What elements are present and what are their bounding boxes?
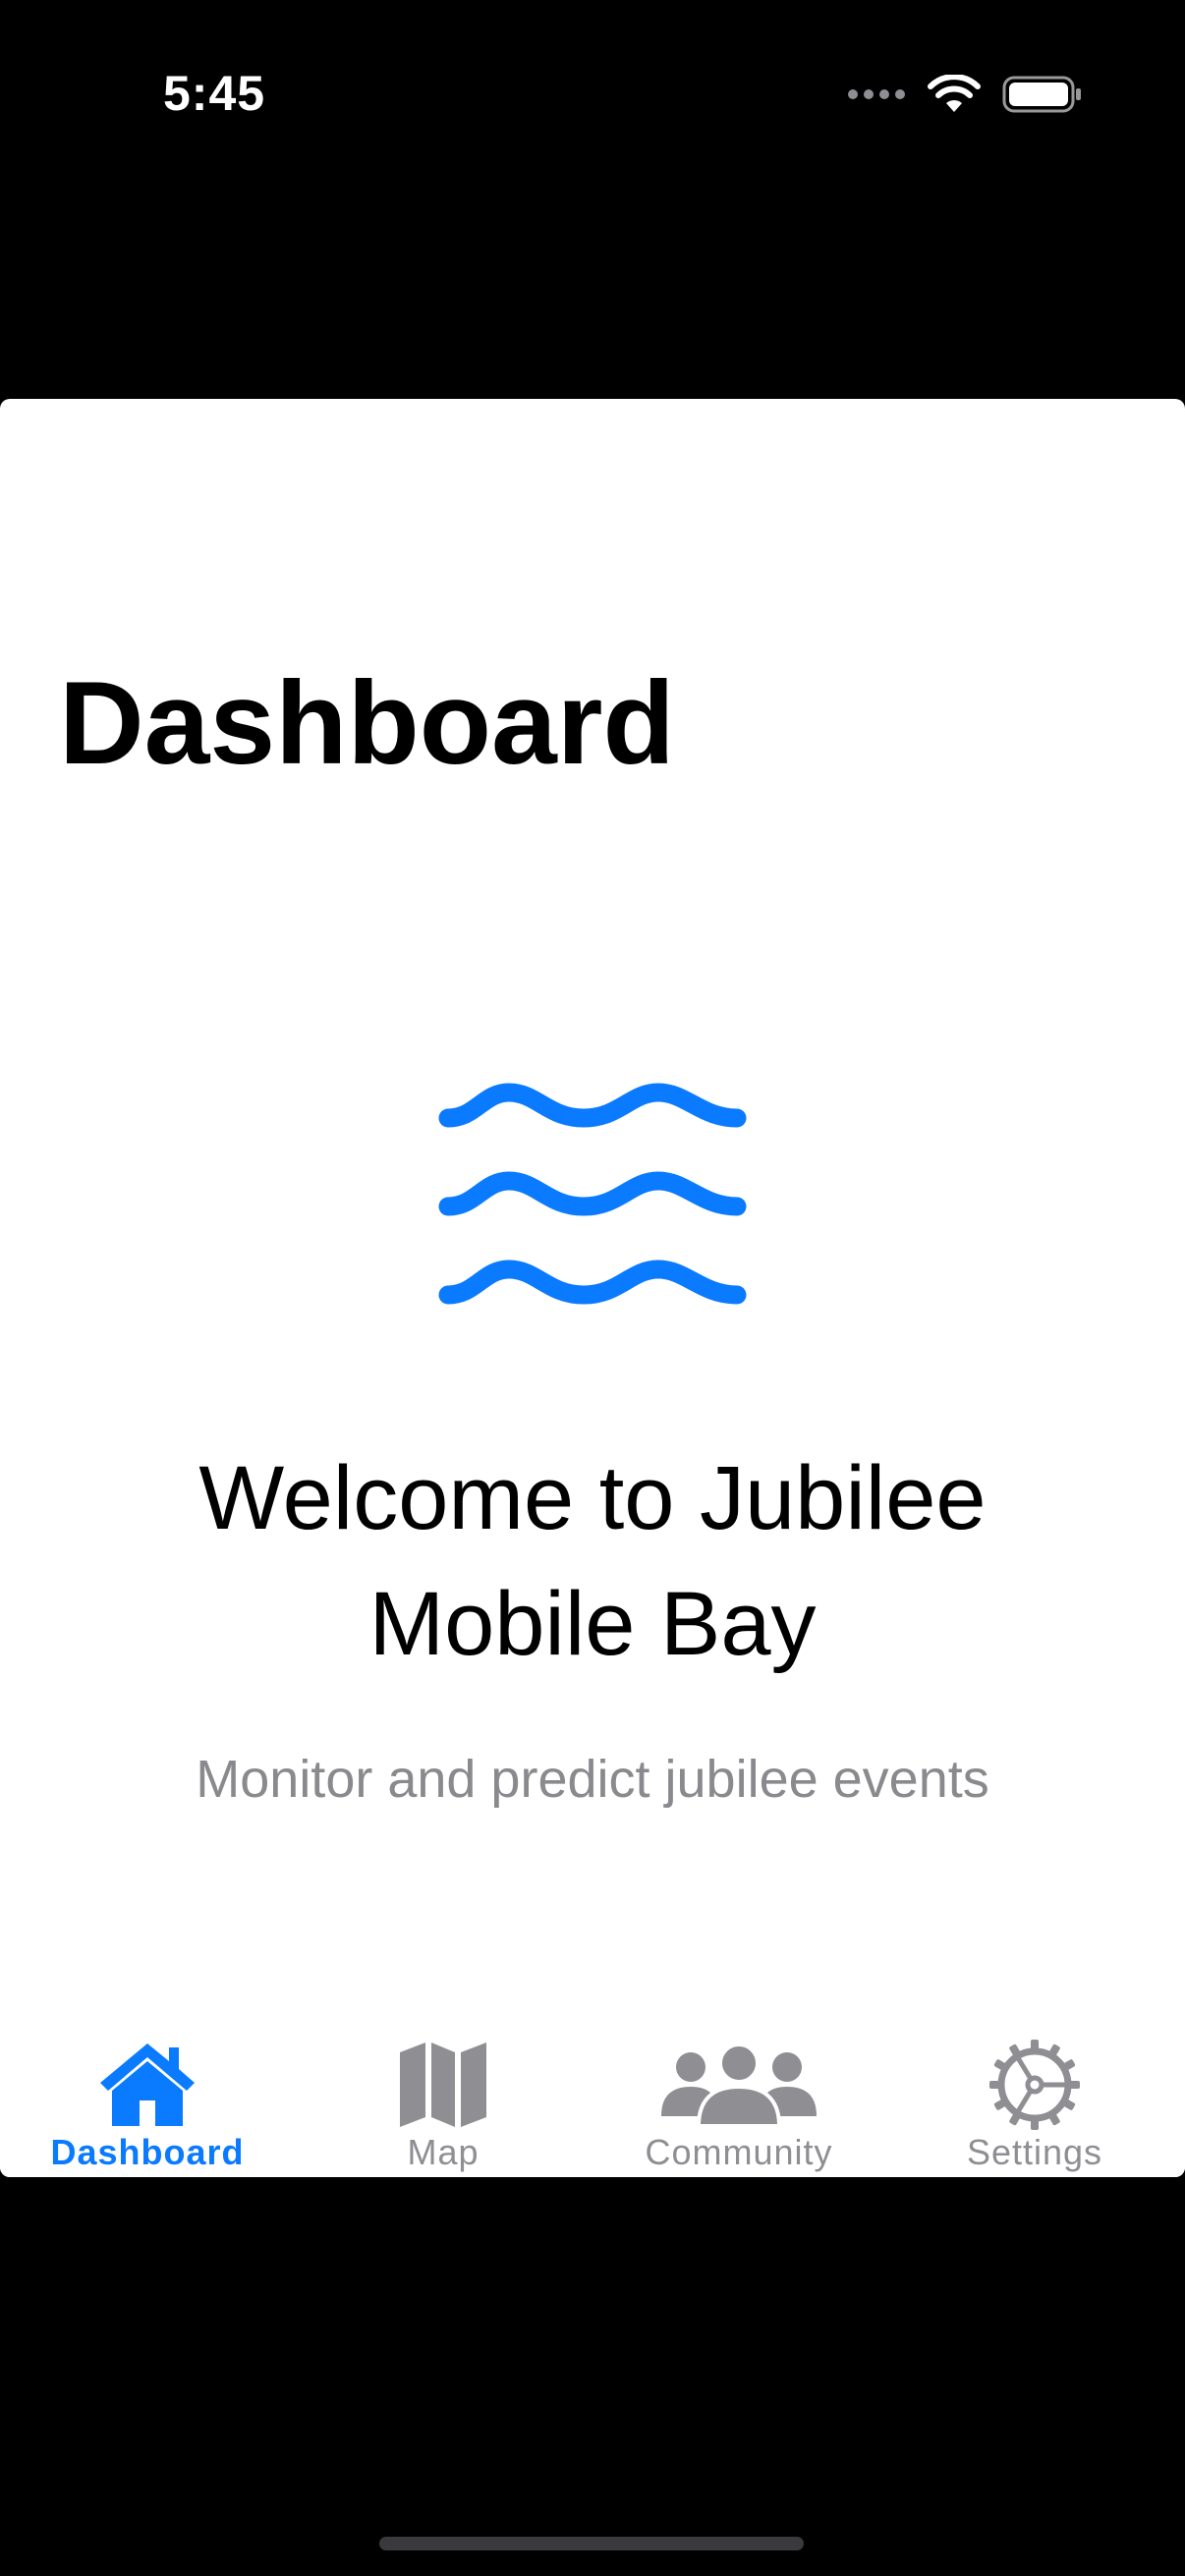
welcome-title: Welcome to Jubilee Mobile Bay <box>198 1448 987 1674</box>
more-dots-icon <box>847 87 906 106</box>
dashboard-screen: Dashboard Welcome to Jubilee Mobile Bay … <box>0 399 1185 2177</box>
welcome-subtitle: Monitor and predict jubilee events <box>196 1750 989 1809</box>
tab-label: Community <box>645 2132 833 2172</box>
map-icon <box>296 2036 591 2134</box>
battery-icon <box>1002 75 1083 119</box>
tab-label: Settings <box>966 2132 1103 2172</box>
house-icon <box>0 2036 295 2134</box>
tab-dashboard[interactable]: Dashboard <box>0 1990 295 2177</box>
tab-map[interactable]: Map <box>296 1990 591 2177</box>
status-bar: 5:45 <box>0 0 1185 196</box>
status-time: 5:45 <box>163 66 266 121</box>
water-waves-icon <box>438 1077 747 1316</box>
tab-settings[interactable]: Settings <box>887 1990 1182 2177</box>
gear-icon <box>887 2036 1182 2134</box>
home-indicator[interactable] <box>379 2537 804 2550</box>
tab-label: Map <box>407 2132 480 2172</box>
page-title: Dashboard <box>59 657 675 789</box>
tab-bar: Dashboard Map Community Settings <box>0 1990 1185 2177</box>
status-icons <box>847 74 1083 119</box>
wifi-icon <box>928 74 981 119</box>
people-icon <box>592 2036 886 2134</box>
tab-community[interactable]: Community <box>592 1990 886 2177</box>
tab-label: Dashboard <box>50 2132 245 2172</box>
